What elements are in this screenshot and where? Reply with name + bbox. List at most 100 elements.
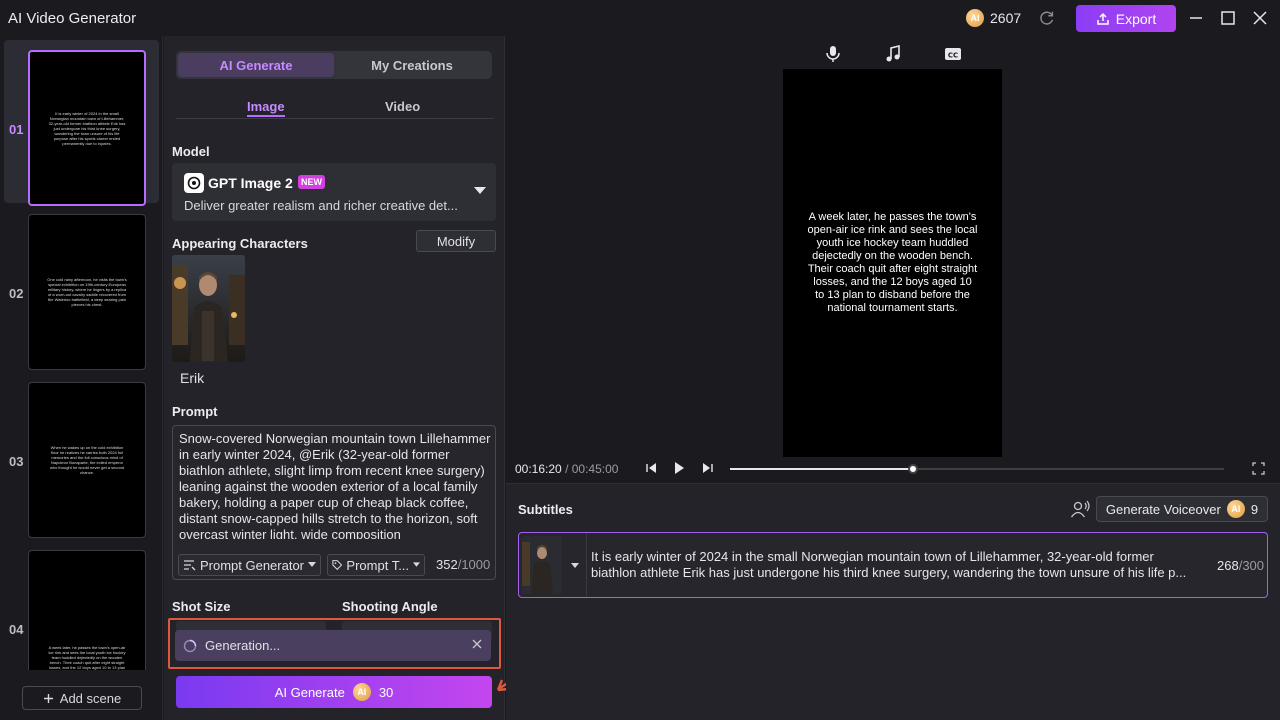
upload-icon <box>1097 12 1109 25</box>
scene-thumbnail: One cold rainy afternoon, he visits the … <box>28 214 146 370</box>
app-title: AI Video Generator <box>8 10 137 27</box>
ai-coin-icon: AI <box>352 683 371 701</box>
subtitles-title: Subtitles <box>518 502 573 517</box>
tab-ai-generate[interactable]: AI Generate <box>178 53 334 77</box>
scene-number: 04 <box>9 622 24 637</box>
scene-item[interactable]: 04 A week later, he passes the town's op… <box>4 544 159 670</box>
tab-video[interactable]: Video <box>385 99 420 114</box>
playback-time: 00:16:20 / 00:45:00 <box>515 462 618 476</box>
export-label: Export <box>1115 10 1157 27</box>
model-select[interactable]: GPT Image 2 NEW Deliver greater realism … <box>172 163 496 221</box>
subtitle-thumbnail <box>522 536 562 594</box>
generation-status-text: Generation... <box>205 638 281 653</box>
ai-coin-icon: AI <box>966 9 984 27</box>
tab-my-creations[interactable]: My Creations <box>334 53 490 77</box>
prompt-text[interactable]: Snow-covered Norwegian mountain town Lil… <box>179 431 491 539</box>
chevron-down-icon[interactable] <box>571 563 579 568</box>
scene-number: 03 <box>9 454 24 469</box>
refresh-icon[interactable] <box>1038 9 1056 27</box>
close-icon[interactable] <box>1250 8 1270 28</box>
subtitle-char-count: 268 <box>1217 558 1239 573</box>
characters-label: Appearing Characters <box>172 236 308 251</box>
prompt-generator-button[interactable]: Prompt Generator <box>178 554 321 576</box>
scene-list: 01 It is early winter of 2024 in the sma… <box>0 36 163 720</box>
previous-frame-icon[interactable] <box>645 461 659 475</box>
shot-size-label: Shot Size <box>172 599 231 614</box>
ai-coin-icon: AI <box>1226 500 1245 518</box>
tab-image[interactable]: Image <box>247 99 285 117</box>
next-frame-icon[interactable] <box>700 461 714 475</box>
scene-number: 02 <box>9 286 24 301</box>
prompt-char-max: /1000 <box>457 557 491 572</box>
model-name: GPT Image 2 <box>208 175 293 191</box>
voiceover-cost: 9 <box>1250 501 1259 517</box>
subtitle-char-max: /300 <box>1238 558 1265 573</box>
subtitle-text[interactable]: It is early winter of 2024 in the small … <box>591 549 1203 581</box>
closed-captions-icon[interactable]: CC <box>943 44 963 64</box>
credits-balance: AI 2607 <box>966 7 1021 29</box>
generate-voiceover-label: Generate Voiceover <box>1105 501 1221 517</box>
scene-thumbnail: It is early winter of 2024 in the small … <box>28 50 146 206</box>
prompt-template-button[interactable]: Prompt T... <box>327 554 425 576</box>
new-badge: NEW <box>298 175 325 189</box>
export-button[interactable]: Export <box>1076 5 1176 32</box>
fullscreen-icon[interactable] <box>1252 462 1265 475</box>
scene-item[interactable]: 01 It is early winter of 2024 in the sma… <box>4 40 159 206</box>
ai-generate-cost: 30 <box>378 684 394 700</box>
add-scene-button[interactable]: Add scene <box>22 686 142 710</box>
scrubber-handle[interactable] <box>907 464 918 474</box>
microphone-icon[interactable] <box>823 44 843 64</box>
subtitle-row[interactable]: It is early winter of 2024 in the small … <box>518 532 1268 598</box>
prompt-field[interactable]: Snow-covered Norwegian mountain town Lil… <box>172 425 496 580</box>
video-canvas: A week later, he passes the town's open-… <box>783 69 1002 457</box>
modify-button[interactable]: Modify <box>416 230 496 252</box>
current-time: 00:16:20 <box>515 462 562 476</box>
close-icon[interactable] <box>471 638 483 650</box>
chevron-down-icon <box>474 187 486 194</box>
model-label: Model <box>172 144 210 159</box>
music-icon[interactable] <box>883 44 903 64</box>
scene-thumbnail-text: When he wakes up on the cold exhibition … <box>49 445 125 475</box>
scene-item[interactable]: 02 One cold rainy afternoon, he visits t… <box>4 208 159 371</box>
prompt-char-count: 352 <box>436 557 458 572</box>
tab-divider <box>176 118 494 119</box>
scene-item[interactable]: 03 When he wakes up on the cold exhibiti… <box>4 376 159 539</box>
character-avatar[interactable] <box>172 255 245 362</box>
shooting-angle-label: Shooting Angle <box>342 599 438 614</box>
generation-panel: AI Generate My Creations Image Video Mod… <box>164 36 505 720</box>
subtitles-panel: Subtitles Generate Voiceover AI 9 It is … <box>506 483 1280 720</box>
scene-number: 01 <box>9 122 24 137</box>
svg-text:CC: CC <box>948 52 958 60</box>
prompt-label: Prompt <box>172 404 218 419</box>
play-icon[interactable] <box>672 461 686 475</box>
title-bar: AI Video Generator AI 2607 Export <box>0 0 1280 36</box>
chevron-down-icon <box>308 562 316 567</box>
tag-icon <box>332 560 343 571</box>
scene-thumbnail-text: It is early winter of 2024 in the small … <box>48 110 126 146</box>
list-icon <box>183 560 196 571</box>
chevron-down-icon <box>413 562 420 567</box>
character-name: Erik <box>180 370 205 386</box>
generate-voiceover-button[interactable]: Generate Voiceover AI 9 <box>1096 496 1268 522</box>
playback-scrubber[interactable] <box>730 464 1224 474</box>
spinner-icon <box>183 639 197 652</box>
prompt-generator-label: Prompt Generator <box>199 557 305 573</box>
prompt-char-counter: 352/1000 <box>436 557 490 572</box>
video-caption: A week later, he passes the town's open-… <box>807 211 978 314</box>
scene-thumbnail-text: A week later, he passes the town's open-… <box>48 645 126 670</box>
subtitle-line: It is early winter of 2024 in the small … <box>591 549 1154 564</box>
preview-area: CC A week later, he passes the town's op… <box>506 36 1280 482</box>
scene-thumbnail: When he wakes up on the cold exhibition … <box>28 382 146 538</box>
generation-progress-toast: Generation... <box>175 630 491 661</box>
minimize-icon[interactable] <box>1186 8 1206 28</box>
maximize-icon[interactable] <box>1218 8 1238 28</box>
mode-switch: AI Generate My Creations <box>176 51 492 79</box>
plus-icon <box>43 693 53 703</box>
ai-generate-button[interactable]: AI Generate AI 30 <box>176 676 492 708</box>
divider <box>586 533 587 597</box>
prompt-template-label: Prompt T... <box>346 557 410 573</box>
voice-speaker-icon[interactable] <box>1070 500 1090 518</box>
subtitle-char-counter: 268/300 <box>1217 558 1264 573</box>
scene-thumbnail: A week later, he passes the town's open-… <box>28 550 146 670</box>
ai-generate-label: AI Generate <box>274 684 345 700</box>
